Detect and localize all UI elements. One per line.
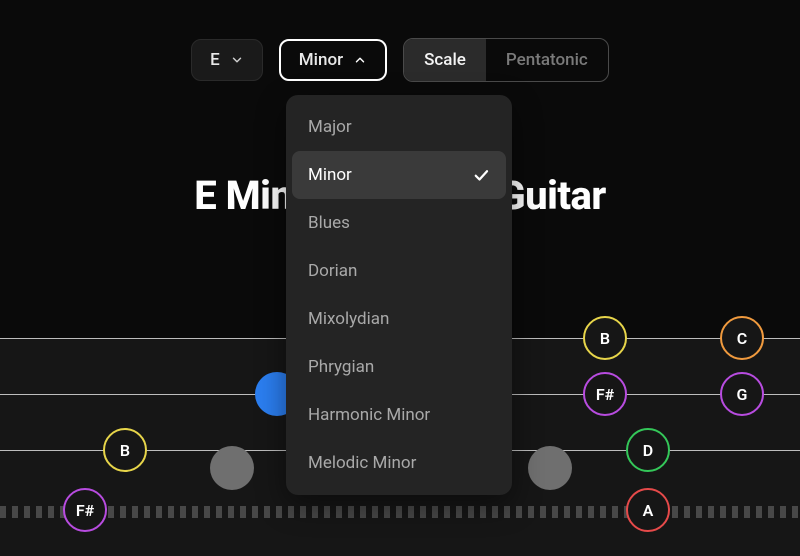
fretboard-note[interactable]: B xyxy=(103,428,147,472)
scale-type-label: Minor xyxy=(299,50,343,70)
fretboard-note[interactable] xyxy=(210,446,254,490)
fretboard-note[interactable]: A xyxy=(626,488,670,532)
fretboard-note[interactable]: D xyxy=(626,428,670,472)
scale-menu-item-label: Harmonic Minor xyxy=(308,405,430,425)
scale-menu-item[interactable]: Melodic Minor xyxy=(292,439,506,487)
root-note-label: E xyxy=(210,50,220,70)
scale-menu-item-label: Melodic Minor xyxy=(308,453,416,473)
scale-menu-item[interactable]: Blues xyxy=(292,199,506,247)
fretboard-note-label: B xyxy=(120,441,130,460)
segment-pentatonic[interactable]: Pentatonic xyxy=(486,39,608,81)
scale-menu-item[interactable]: Dorian xyxy=(292,247,506,295)
scale-menu-item-label: Mixolydian xyxy=(308,309,389,329)
segment-pentatonic-label: Pentatonic xyxy=(506,50,588,70)
chevron-down-icon xyxy=(230,53,244,67)
fretboard-note-label: G xyxy=(737,385,748,404)
scale-type-menu: Major Minor Blues Dorian Mixolydian Phrygian H… xyxy=(286,95,512,495)
scale-menu-item-label: Blues xyxy=(308,213,350,233)
scale-menu-item-label: Minor xyxy=(308,165,352,185)
scale-menu-item[interactable]: Harmonic Minor xyxy=(292,391,506,439)
segment-scale[interactable]: Scale xyxy=(404,39,486,81)
fretboard-note-label: A xyxy=(643,501,654,520)
scale-menu-item-label: Phrygian xyxy=(308,357,374,377)
scale-type-dropdown[interactable]: Minor xyxy=(279,39,387,81)
scale-menu-item-label: Dorian xyxy=(308,261,357,281)
fretboard-note[interactable]: G xyxy=(720,372,764,416)
fretboard-note[interactable]: C xyxy=(720,316,764,360)
segment-scale-label: Scale xyxy=(424,50,466,70)
fretboard-note-label: F# xyxy=(76,501,94,520)
scale-menu-item[interactable]: Phrygian xyxy=(292,343,506,391)
scale-menu-item-label: Major xyxy=(308,117,352,137)
fretboard-note[interactable] xyxy=(528,446,572,490)
scale-menu-item[interactable]: Minor xyxy=(292,151,506,199)
fretboard-note[interactable]: B xyxy=(583,316,627,360)
fretboard-note-label: B xyxy=(600,329,610,348)
fretboard-note-label: F# xyxy=(596,385,614,404)
fretboard-note-label: C xyxy=(737,329,747,348)
fretboard-note[interactable]: F# xyxy=(63,488,107,532)
check-icon xyxy=(472,166,490,184)
scale-menu-item[interactable]: Mixolydian xyxy=(292,295,506,343)
fretboard-divider xyxy=(0,506,800,518)
root-note-dropdown[interactable]: E xyxy=(191,39,263,81)
scale-mode-segmented: Scale Pentatonic xyxy=(403,38,609,82)
scale-menu-item[interactable]: Major xyxy=(292,103,506,151)
fretboard-note[interactable]: F# xyxy=(583,372,627,416)
chevron-up-icon xyxy=(353,53,367,67)
fretboard-note-label: D xyxy=(643,441,653,460)
toolbar: E Minor Scale Pentatonic xyxy=(0,38,800,82)
